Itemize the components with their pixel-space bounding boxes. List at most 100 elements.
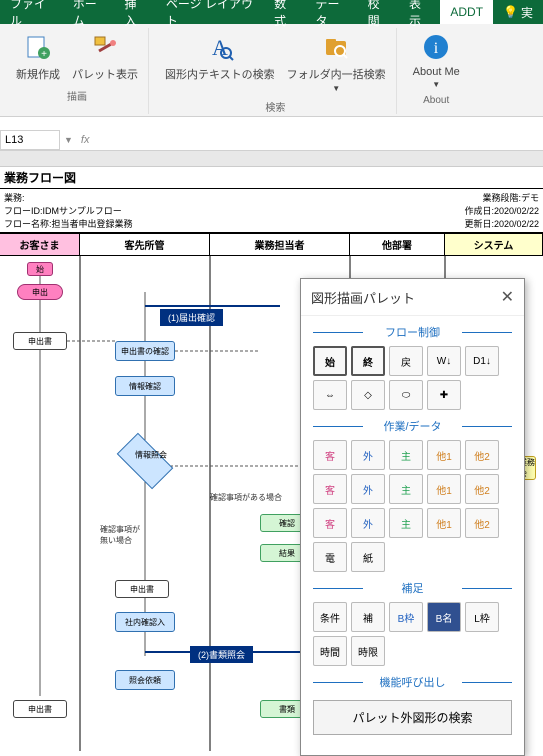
foldersearch-icon	[319, 30, 353, 64]
node-match[interactable]: 情報照会	[120, 446, 170, 476]
palette-button[interactable]: パレット表示	[70, 28, 140, 84]
formula-input[interactable]	[93, 130, 543, 150]
pal-main1[interactable]: 主	[389, 440, 423, 470]
pal-back[interactable]: 戻	[389, 346, 423, 376]
pal-oval-icon[interactable]: ⬭	[389, 380, 423, 410]
pal-ext1[interactable]: 外	[351, 440, 385, 470]
pal-bframe[interactable]: B枠	[389, 602, 423, 632]
pal-o1b[interactable]: 他1	[427, 474, 461, 504]
pal-end[interactable]: 終	[351, 346, 385, 376]
tab-insert[interactable]: 挿入	[114, 0, 155, 24]
pal-o2b[interactable]: 他2	[465, 474, 499, 504]
node-doc3[interactable]: 申出書	[13, 700, 67, 718]
lane-system: システム	[445, 234, 542, 256]
fx-icon[interactable]: fx	[81, 134, 90, 146]
meta-stage: 業務段階:デモ	[464, 191, 539, 204]
dropdown-icon: ▼	[332, 84, 340, 93]
pal-ext2[interactable]: 外	[351, 474, 385, 504]
formula-bar: ▼ fx	[0, 129, 543, 151]
group-search-label: 検索	[265, 99, 285, 114]
section-func: 機能呼び出し	[313, 674, 512, 690]
tab-home[interactable]: ホーム	[63, 0, 115, 24]
pal-cust2[interactable]: 客	[313, 474, 347, 504]
pal-time[interactable]: 時間	[313, 636, 347, 666]
pal-start[interactable]: 始	[313, 346, 347, 376]
pal-o1c[interactable]: 他1	[427, 508, 461, 538]
lane-operator: 業務担当者	[210, 234, 349, 256]
meta-flowname: フロー名称:担当者申出登録業務	[4, 217, 133, 230]
ribbon-tabs: ファイル ホーム 挿入 ページ レイアウト 数式 データ 校閲 表示 ADDT …	[0, 0, 543, 24]
textsearch-button[interactable]: A 図形内テキストの検索	[163, 28, 277, 95]
node-apply[interactable]: 申出	[17, 284, 63, 300]
swimlane-headers: お客さま 客先所管 業務担当者 他部署 システム	[0, 232, 543, 256]
node-start[interactable]: 始	[27, 262, 53, 276]
tab-review[interactable]: 校閲	[358, 0, 399, 24]
pal-supp[interactable]: 補	[351, 602, 385, 632]
node-inhouse[interactable]: 社内確認入	[115, 612, 175, 632]
tab-view[interactable]: 表示	[399, 0, 440, 24]
node-confirm[interactable]: 申出書の確認	[115, 341, 175, 361]
group-draw-label: 描画	[67, 88, 87, 103]
pal-bname[interactable]: B名	[427, 602, 461, 632]
palette-search-button[interactable]: パレット外図形の検索	[313, 700, 512, 735]
new-icon: +	[21, 30, 55, 64]
meta-created: 作成日:2020/02/22	[464, 204, 539, 217]
pal-o1a[interactable]: 他1	[427, 440, 461, 470]
meta-flowid: フローID:IDMサンプルフロー	[4, 204, 133, 217]
node-doc1[interactable]: 申出書	[13, 332, 67, 350]
pal-win[interactable]: W↓	[427, 346, 461, 376]
pal-lframe[interactable]: L枠	[465, 602, 499, 632]
textsearch-icon: A	[203, 30, 237, 64]
tab-data[interactable]: データ	[306, 0, 358, 24]
pal-plus-icon[interactable]: ✚	[427, 380, 461, 410]
palette-icon	[88, 30, 122, 64]
tab-formula[interactable]: 数式	[264, 0, 305, 24]
palette-dialog: 図形描画パレット ✕ フロー制御 始 終 戻 W↓ D1↓ ⇔ ◇ ⬭ ✚ 作業…	[300, 278, 525, 756]
node-verify[interactable]: 情報確認	[115, 376, 175, 396]
pal-limit[interactable]: 時限	[351, 636, 385, 666]
foldersearch-button[interactable]: フォルダ内一括検索▼	[285, 28, 388, 95]
tab-tellme[interactable]: 💡実	[493, 0, 543, 24]
palette-title: 図形描画パレット	[311, 288, 415, 307]
pal-din[interactable]: D1↓	[465, 346, 499, 376]
pal-o2c[interactable]: 他2	[465, 508, 499, 538]
node-doc2[interactable]: 申出書	[115, 580, 169, 598]
banner-step2: (2)書類照会	[190, 646, 253, 663]
pal-tel[interactable]: 電	[313, 542, 347, 572]
svg-text:+: +	[41, 49, 47, 60]
svg-text:i: i	[434, 40, 439, 57]
pal-cond[interactable]: 条件	[313, 602, 347, 632]
section-supp: 補足	[313, 580, 512, 596]
section-flow: フロー制御	[313, 324, 512, 340]
doc-title: 業務フロー図	[0, 167, 543, 189]
pal-main2[interactable]: 主	[389, 474, 423, 504]
lane-customer: お客さま	[0, 234, 79, 256]
group-about-label: About	[423, 95, 449, 106]
ribbon-body: + 新規作成 パレット表示 描画 A 図形内テキストの検索 フォルダ内一括検索▼…	[0, 24, 543, 117]
aboutme-button[interactable]: i About Me▼	[411, 28, 462, 91]
pal-o2a[interactable]: 他2	[465, 440, 499, 470]
banner-step1: (1)届出確認	[160, 309, 223, 326]
name-box[interactable]	[0, 130, 60, 150]
pal-arrow-icon[interactable]: ⇔	[313, 380, 347, 410]
node-hist[interactable]: 照会依頼	[115, 670, 175, 690]
pal-main3[interactable]: 主	[389, 508, 423, 538]
pal-paper[interactable]: 紙	[351, 542, 385, 572]
new-button[interactable]: + 新規作成	[14, 28, 62, 84]
tab-layout[interactable]: ページ レイアウト	[156, 0, 264, 24]
namebox-dropdown-icon[interactable]: ▼	[60, 135, 77, 145]
close-icon[interactable]: ✕	[501, 287, 514, 307]
lane-dept: 客先所管	[80, 234, 209, 256]
tab-file[interactable]: ファイル	[0, 0, 63, 24]
lane-other: 他部署	[350, 234, 444, 256]
bulb-icon: 💡	[503, 5, 518, 19]
pal-cust3[interactable]: 客	[313, 508, 347, 538]
tab-addt[interactable]: ADDT	[440, 0, 493, 24]
pal-diamond-icon[interactable]: ◇	[351, 380, 385, 410]
anno-hascheck: 確認事項がある場合	[210, 492, 282, 503]
section-work: 作業/データ	[313, 418, 512, 434]
pal-cust1[interactable]: 客	[313, 440, 347, 470]
meta-updated: 更新日:2020/02/22	[464, 217, 539, 230]
pal-ext3[interactable]: 外	[351, 508, 385, 538]
meta-biz: 業務:	[4, 191, 133, 204]
